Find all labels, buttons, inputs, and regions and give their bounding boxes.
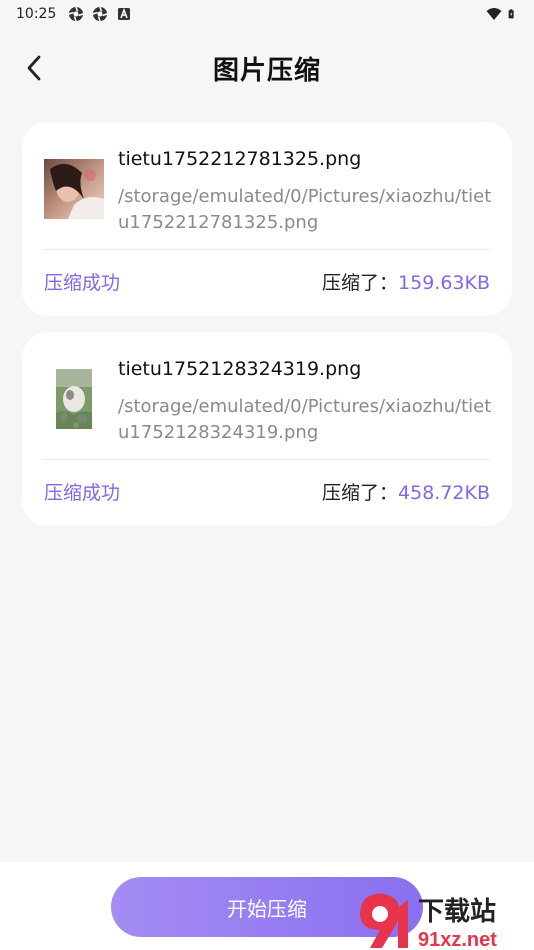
file-path: /storage/emulated/0/Pictures/xiaozhu/tie… [118, 396, 492, 443]
saved-size: 458.72KB [398, 482, 490, 504]
saved-size-info: 压缩了：159.63KB [322, 268, 490, 295]
image-thumbnail [44, 159, 104, 219]
file-path: /storage/emulated/0/Pictures/xiaozhu/tie… [118, 186, 492, 233]
saved-label: 压缩了： [322, 272, 399, 294]
a-letter-icon [118, 7, 131, 20]
saved-size-info: 压缩了：458.72KB [322, 478, 490, 505]
chevron-left-icon [27, 55, 41, 81]
compress-status: 压缩成功 [44, 482, 121, 504]
svg-text:下载站: 下载站 [418, 896, 496, 926]
divider [44, 459, 490, 460]
divider [44, 249, 490, 250]
battery-icon [508, 9, 514, 19]
saved-size: 159.63KB [398, 272, 490, 294]
aperture-icon [69, 6, 84, 22]
saved-label: 压缩了： [322, 482, 399, 504]
file-card[interactable]: tietu1752212781325.png /storage/emulated… [22, 122, 512, 316]
status-time: 10:25 [16, 6, 57, 22]
image-thumbnail [56, 369, 92, 429]
file-card[interactable]: tietu1752128324319.png /storage/emulated… [22, 332, 512, 526]
wifi-icon [486, 8, 502, 20]
page-title: 图片压缩 [212, 55, 321, 86]
file-name: tietu1752128324319.png [118, 358, 362, 380]
back-button[interactable] [16, 48, 52, 88]
aperture-icon [93, 6, 108, 22]
watermark-logo: 下载站 91xz.net [360, 893, 497, 950]
file-name: tietu1752212781325.png [118, 148, 362, 170]
status-icons-left [68, 6, 132, 22]
file-list: tietu1752212781325.png /storage/emulated… [22, 122, 512, 542]
header: 图片压缩 [0, 40, 534, 96]
compress-status: 压缩成功 [44, 272, 121, 294]
status-bar: 10:25 [0, 0, 534, 28]
status-icons-right [486, 6, 518, 22]
svg-text:91xz.net: 91xz.net [418, 929, 497, 950]
